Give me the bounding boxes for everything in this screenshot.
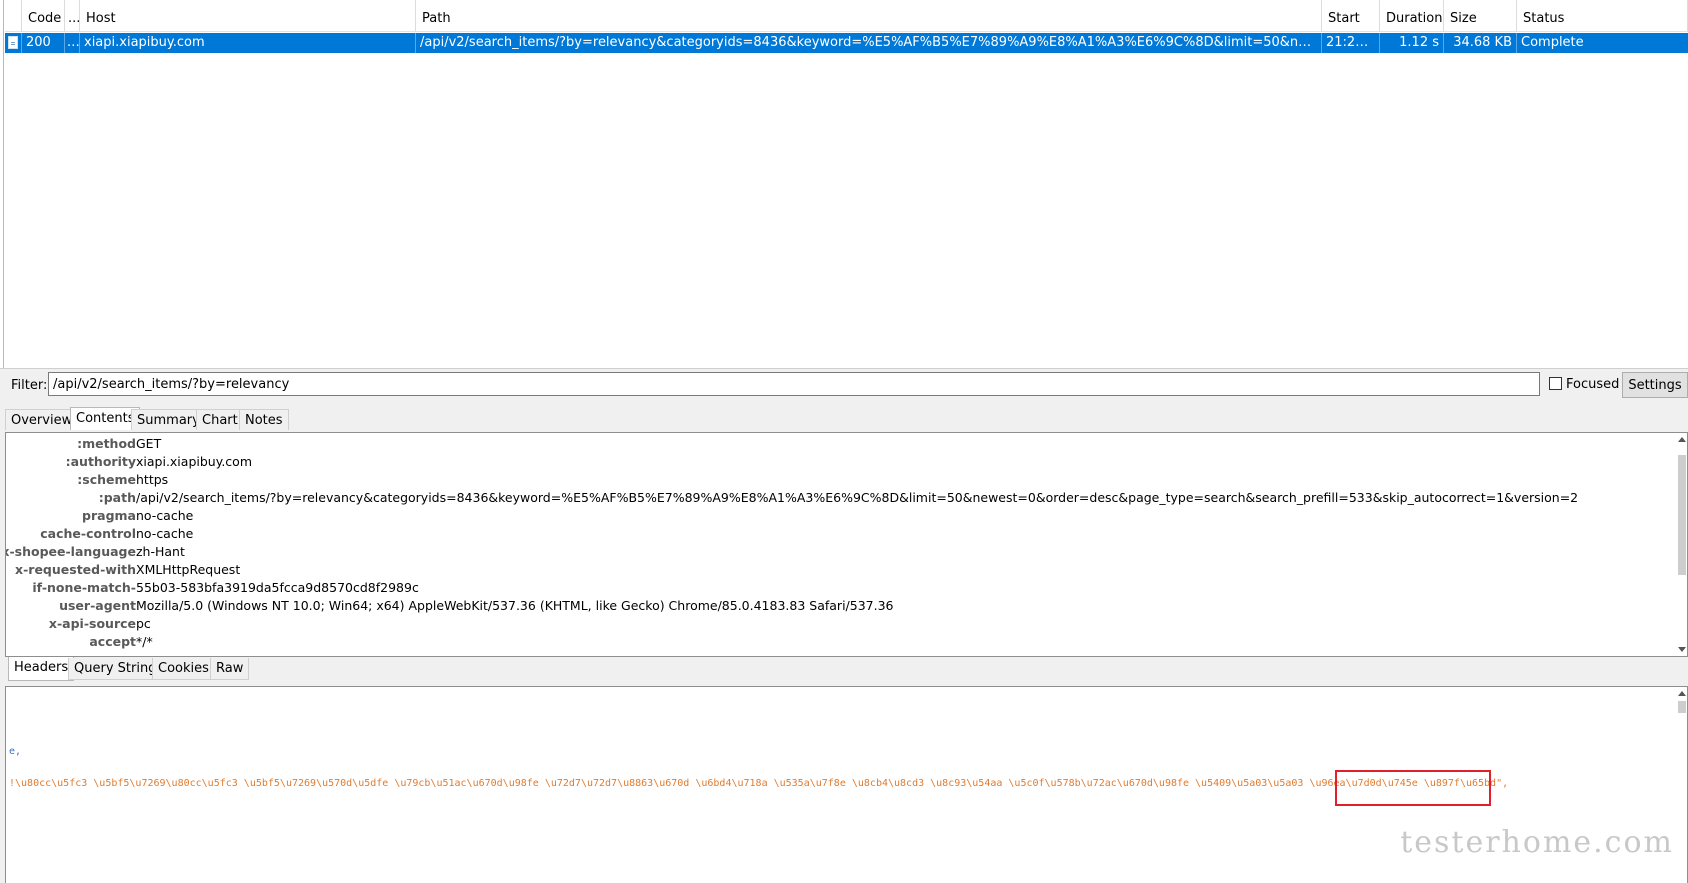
header-value: xiapi.xiapibuy.com: [136, 454, 252, 469]
header-value: no-cache: [136, 526, 194, 541]
header-value: GET: [136, 436, 162, 451]
cell-flag: ...: [65, 33, 80, 53]
column-header-status[interactable]: Status: [1517, 0, 1688, 32]
cell-host: xiapi.xiapibuy.com: [80, 33, 416, 53]
header-row: :scheme https: [6, 471, 1676, 489]
header-value: */*: [136, 634, 153, 649]
tab-chart[interactable]: Chart: [196, 409, 244, 430]
highlight-annotation: [1335, 770, 1491, 806]
header-value: pc: [136, 616, 151, 631]
column-header-host[interactable]: Host: [80, 0, 416, 32]
tab-summary[interactable]: Summary: [131, 409, 206, 430]
header-row: :method GET: [6, 435, 1676, 453]
tab-notes[interactable]: Notes: [239, 409, 289, 430]
cell-start: 21:26:29: [1322, 33, 1380, 53]
response-text-line: e,: [9, 746, 22, 757]
response-text-line: !\u80cc\u5fc3 \u5bf5\u7269\u80cc\u5fc3 \…: [9, 778, 1509, 789]
cell-status: Complete: [1521, 35, 1584, 50]
headers-scrollbar[interactable]: [1677, 433, 1687, 656]
tab-overview[interactable]: Overview: [5, 409, 79, 430]
header-value: https: [136, 472, 169, 487]
scroll-down-icon[interactable]: [1678, 647, 1686, 652]
header-key: if-none-match-: [32, 580, 136, 595]
header-row: :authority xiapi.xiapibuy.com: [6, 453, 1676, 471]
header-row: x-api-source pc: [6, 615, 1676, 633]
tab-query-string[interactable]: Query String: [68, 658, 163, 680]
header-row: x-requested-with XMLHttpRequest: [6, 561, 1676, 579]
column-header-duration[interactable]: Duration: [1380, 0, 1444, 32]
header-key: x-requested-with: [15, 562, 136, 577]
header-key: :method: [77, 436, 136, 451]
cell-duration: 1.12 s: [1380, 33, 1444, 53]
header-value: XMLHttpRequest: [136, 562, 241, 577]
header-row: x-shopee-language zh-Hant: [6, 543, 1676, 561]
filter-label: Filter:: [11, 378, 48, 393]
tab-contents[interactable]: Contents: [70, 407, 141, 430]
header-key: x-shopee-language: [5, 544, 136, 559]
column-header-icon[interactable]: [5, 0, 22, 32]
request-headers-panel[interactable]: :method GET :authority xiapi.xiapibuy.co…: [5, 432, 1688, 657]
cell-path: /api/v2/search_items/?by=relevancy&categ…: [416, 33, 1322, 53]
filter-bar: Filter: Focused Settings: [0, 368, 1688, 402]
header-value: 55b03-583bfa3919da5fcca9d8570cd8f2989c: [136, 580, 419, 595]
header-key: pragma: [82, 508, 136, 523]
session-grid: Code ... Host Path Start Duration Size S…: [0, 0, 1688, 368]
response-scrollbar[interactable]: [1677, 687, 1687, 883]
tab-raw[interactable]: Raw: [210, 658, 250, 680]
header-row: cache-control no-cache: [6, 525, 1676, 543]
header-row: :path /api/v2/search_items/?by=relevancy…: [6, 489, 1676, 507]
tab-cookies[interactable]: Cookies: [152, 658, 215, 680]
cell-size: 34.68 KB: [1444, 33, 1517, 53]
column-header-path[interactable]: Path: [416, 0, 1322, 32]
header-key: :scheme: [77, 472, 136, 487]
header-value: /api/v2/search_items/?by=relevancy&categ…: [136, 490, 1579, 505]
scrollbar-thumb[interactable]: [1678, 455, 1686, 575]
header-key: :authority: [65, 454, 136, 469]
header-key: user-agent: [59, 598, 136, 613]
header-key: x-api-source: [48, 616, 136, 631]
header-value: no-cache: [136, 508, 194, 523]
tab-headers[interactable]: Headers: [8, 657, 75, 681]
session-row[interactable]: 200 ... xiapi.xiapibuy.com /api/v2/searc…: [5, 33, 1688, 53]
cell-code: 200: [22, 33, 65, 53]
header-value: zh-Hant: [136, 544, 185, 559]
scroll-up-icon[interactable]: [1678, 437, 1686, 442]
filter-input[interactable]: [48, 372, 1540, 396]
settings-button[interactable]: Settings: [1622, 372, 1688, 398]
header-row: accept */*: [6, 633, 1676, 651]
header-value: Mozilla/5.0 (Windows NT 10.0; Win64; x64…: [136, 598, 894, 613]
header-row: user-agent Mozilla/5.0 (Windows NT 10.0;…: [6, 597, 1676, 615]
document-icon: [8, 36, 18, 49]
scrollbar-thumb[interactable]: [1678, 701, 1686, 713]
watermark: testerhome.com: [1400, 825, 1674, 860]
column-header-start[interactable]: Start: [1322, 0, 1380, 32]
session-type-cell: [5, 33, 22, 53]
focused-label[interactable]: Focused: [1566, 377, 1619, 392]
left-edge-divider: [0, 0, 4, 368]
header-key: :path: [98, 490, 136, 505]
header-row: if-none-match- 55b03-583bfa3919da5fcca9d…: [6, 579, 1676, 597]
column-header-code[interactable]: Code: [22, 0, 65, 32]
header-key: accept: [89, 634, 136, 649]
header-key: cache-control: [40, 526, 136, 541]
header-row: pragma no-cache: [6, 507, 1676, 525]
column-header-flag[interactable]: ...: [65, 0, 80, 32]
column-header-size[interactable]: Size: [1444, 0, 1517, 32]
scroll-up-icon[interactable]: [1678, 691, 1686, 696]
focused-checkbox[interactable]: [1549, 377, 1562, 390]
